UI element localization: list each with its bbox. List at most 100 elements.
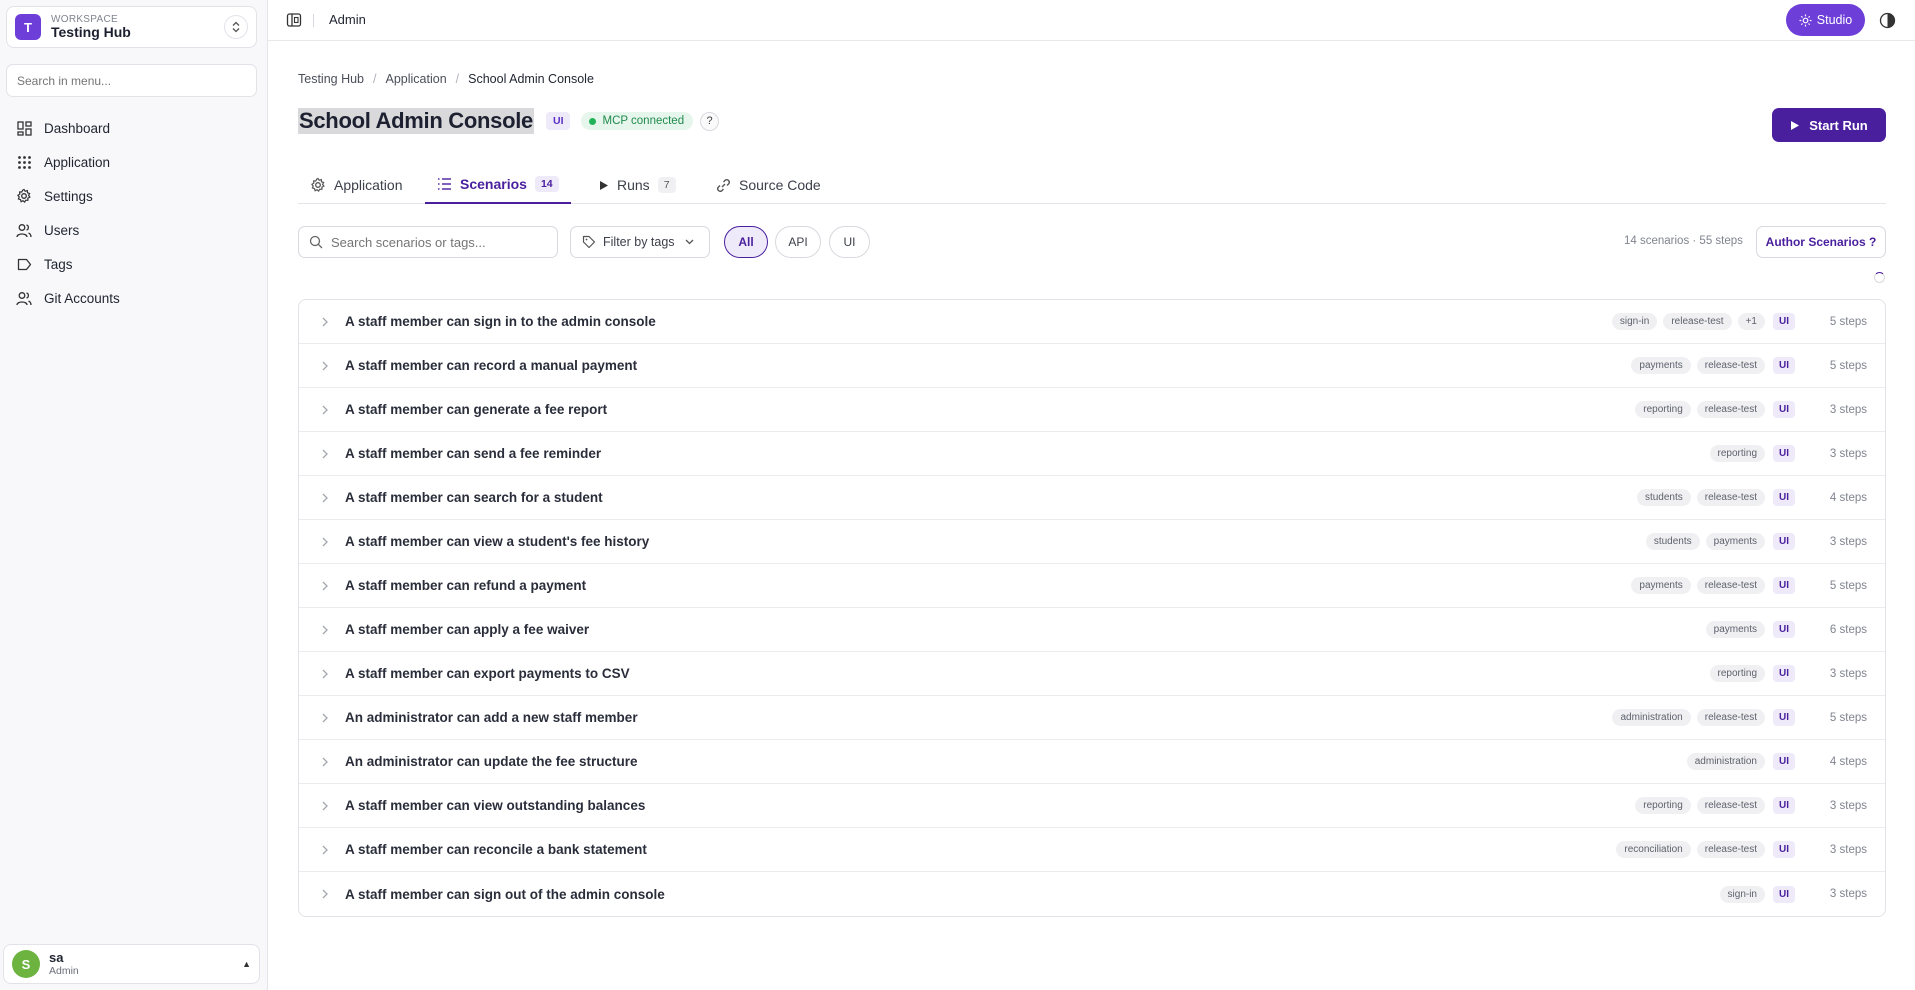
tag-chip: release-test — [1696, 577, 1765, 594]
scenario-meta: reporting UI 3 steps — [1709, 665, 1867, 682]
filter-by-tags-button[interactable]: Filter by tags — [570, 226, 710, 258]
scenario-search[interactable] — [298, 226, 558, 258]
tag-icon — [582, 235, 596, 249]
sidebar-toggle-icon[interactable] — [286, 12, 302, 28]
play-icon — [1791, 120, 1800, 130]
scenario-meta: sign-in release-test +1 UI 5 steps — [1611, 313, 1867, 330]
table-row[interactable]: A staff member can generate a fee report… — [299, 388, 1885, 432]
user-menu[interactable]: S sa Admin ▲ — [3, 944, 260, 984]
tag-chip: administration — [1612, 709, 1691, 726]
avatar: S — [12, 950, 40, 978]
table-row[interactable]: A staff member can export payments to CS… — [299, 652, 1885, 696]
table-row[interactable]: A staff member can apply a fee waiver pay… — [299, 608, 1885, 652]
scenario-title: A staff member can sign out of the admin… — [345, 886, 665, 902]
studio-button[interactable]: Studio — [1786, 4, 1865, 36]
chevron-right-icon[interactable] — [319, 315, 331, 327]
table-row[interactable]: An administrator can add a new staff mem… — [299, 696, 1885, 740]
help-button[interactable]: ? — [700, 111, 720, 131]
scenario-list: A staff member can sign in to the admin … — [298, 299, 1886, 917]
scenario-title: An administrator can update the fee stru… — [345, 754, 638, 769]
breadcrumb-item[interactable]: Testing Hub — [298, 72, 364, 86]
sidebar-item-settings[interactable]: Settings — [8, 179, 256, 213]
table-row[interactable]: A staff member can sign in to the admin … — [299, 300, 1885, 344]
scenario-title: A staff member can record a manual payme… — [345, 358, 638, 373]
page-title: School Admin Console — [298, 108, 534, 134]
tab-label: Scenarios — [460, 176, 527, 192]
tag-chip: reporting — [1709, 445, 1765, 462]
menu-search-input[interactable] — [6, 64, 257, 97]
tag-chip: reporting — [1635, 797, 1691, 814]
table-row[interactable]: A staff member can reconcile a bank stat… — [299, 828, 1885, 872]
tag-chip: release-test — [1696, 797, 1765, 814]
chevron-right-icon[interactable] — [319, 491, 331, 503]
chevron-right-icon[interactable] — [319, 623, 331, 635]
scenario-meta: payments release-test UI 5 steps — [1631, 577, 1867, 594]
step-count: 3 steps — [1829, 403, 1867, 416]
tab-count: 7 — [657, 177, 676, 193]
tag-chip: release-test — [1696, 357, 1765, 374]
step-count: 5 steps — [1829, 711, 1867, 724]
workspace-switcher[interactable]: T WORKSPACE Testing Hub — [6, 6, 257, 48]
author-scenarios-button[interactable]: Author Scenarios ? — [1756, 226, 1886, 258]
sidebar-item-application[interactable]: Application — [8, 145, 256, 179]
chevron-right-icon[interactable] — [319, 711, 331, 723]
filter-pill-ui[interactable]: UI — [829, 226, 870, 258]
sidebar-item-git-accounts[interactable]: Git Accounts — [8, 281, 256, 315]
scenario-search-input[interactable] — [331, 234, 531, 250]
filter-pill-all[interactable]: All — [724, 226, 768, 258]
chevron-right-icon[interactable] — [319, 447, 331, 459]
caret-up-icon: ▲ — [242, 959, 251, 969]
tab-label: Runs — [617, 177, 650, 193]
tab-runs[interactable]: Runs 7 — [587, 166, 688, 204]
breadcrumb-item[interactable]: Application — [386, 72, 447, 86]
chevron-right-icon[interactable] — [319, 843, 331, 855]
table-row[interactable]: A staff member can refund a payment payme… — [299, 564, 1885, 608]
type-badge: UI — [1773, 753, 1795, 770]
type-badge: UI — [545, 112, 571, 130]
tag-chip: reconciliation — [1616, 841, 1691, 858]
scenario-meta: sign-in UI 3 steps — [1719, 885, 1867, 903]
chevron-right-icon[interactable] — [319, 403, 331, 415]
chevron-right-icon[interactable] — [319, 799, 331, 811]
breadcrumb: Testing Hub / Application / School Admin… — [298, 72, 594, 86]
table-row[interactable]: A staff member can view outstanding bala… — [299, 784, 1885, 828]
loading-spinner-icon — [1874, 272, 1885, 283]
table-row[interactable]: A staff member can record a manual payme… — [299, 344, 1885, 388]
type-badge: UI — [1773, 357, 1795, 374]
chevron-right-icon[interactable] — [319, 667, 331, 679]
tab-source-code[interactable]: Source Code — [704, 166, 833, 204]
step-count: 5 steps — [1829, 359, 1867, 372]
chevron-up-down-icon[interactable] — [224, 15, 248, 39]
tag-chip: payments — [1705, 621, 1765, 638]
theme-toggle-icon[interactable] — [1879, 12, 1896, 29]
chevron-right-icon[interactable] — [319, 535, 331, 547]
chevron-right-icon[interactable] — [319, 887, 331, 899]
table-row[interactable]: An administrator can update the fee stru… — [299, 740, 1885, 784]
user-name: sa — [49, 949, 64, 965]
tab-application[interactable]: Application — [298, 166, 415, 204]
table-row[interactable]: A staff member can send a fee reminder re… — [299, 432, 1885, 476]
type-badge: UI — [1773, 445, 1795, 462]
sidebar-item-tags[interactable]: Tags — [8, 247, 256, 281]
chevron-right-icon[interactable] — [319, 755, 331, 767]
chevron-right-icon[interactable] — [319, 579, 331, 591]
breadcrumb-current: School Admin Console — [468, 72, 594, 86]
type-badge: UI — [1773, 885, 1795, 903]
sidebar-item-users[interactable]: Users — [8, 213, 256, 247]
scenario-meta: students payments UI 3 steps — [1645, 533, 1867, 550]
table-row[interactable]: A staff member can sign out of the admin… — [299, 872, 1885, 916]
user-text: sa Admin — [49, 949, 242, 978]
type-badge: UI — [1773, 665, 1795, 682]
table-row[interactable]: A staff member can search for a student s… — [299, 476, 1885, 520]
chevron-right-icon[interactable] — [319, 359, 331, 371]
tab-scenarios[interactable]: Scenarios 14 — [425, 166, 571, 204]
filter-pill-api[interactable]: API — [775, 226, 821, 258]
table-row[interactable]: A staff member can view a student's fee … — [299, 520, 1885, 564]
type-badge: UI — [1773, 621, 1795, 638]
start-run-button[interactable]: Start Run — [1772, 108, 1886, 142]
sun-icon — [1799, 14, 1812, 26]
tag-chip: payments — [1705, 533, 1765, 550]
sidebar-item-dashboard[interactable]: Dashboard — [8, 111, 256, 145]
topbar: Admin Studio — [268, 0, 1915, 41]
scenario-meta: payments release-test UI 5 steps — [1631, 357, 1867, 374]
